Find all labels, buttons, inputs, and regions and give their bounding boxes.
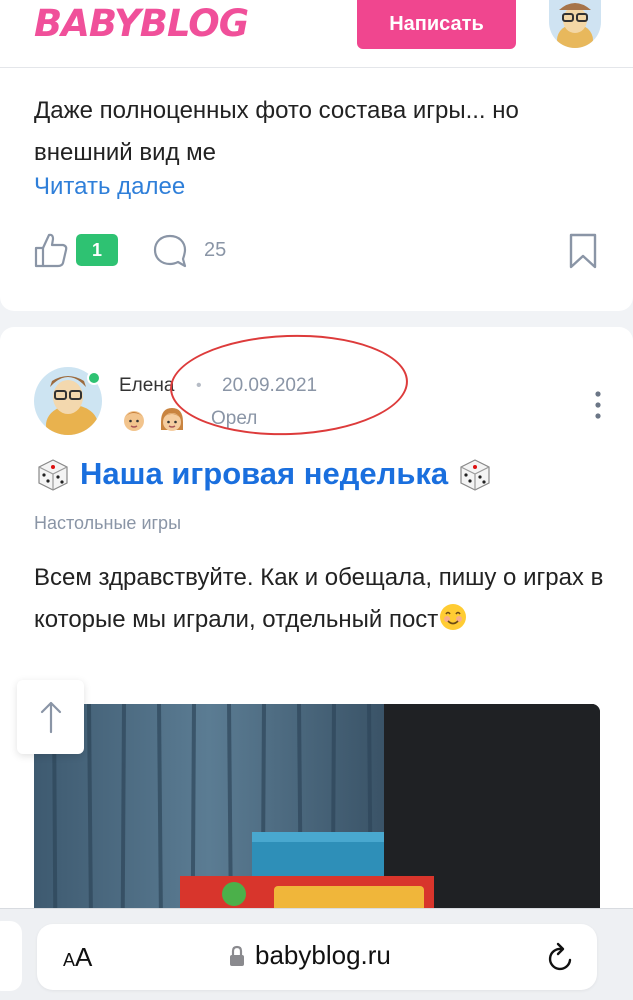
post-title-text[interactable]: Наша игровая неделька [80, 456, 448, 492]
boy-icon [124, 411, 144, 431]
url-text[interactable]: babyblog.ru [255, 940, 391, 971]
prev-post-card: Даже полноценных фото состава игры... но… [0, 68, 633, 311]
dice-icon [460, 459, 490, 491]
site-header: BABYBLOG Написать [0, 0, 633, 68]
user-avatar[interactable] [549, 0, 601, 48]
post-card: Елена • 20.09.2021 Орел Наша игровая нед… [0, 327, 633, 1000]
post-body-text: Всем здравствуйте. Как и обещала, пишу о… [34, 564, 604, 633]
page: BABYBLOG Написать Даже полноценных фото … [0, 0, 633, 1000]
like-icon[interactable] [34, 232, 68, 268]
write-button[interactable]: Написать [357, 0, 516, 49]
scroll-up-icon [40, 701, 61, 734]
smile-icon [440, 604, 467, 630]
online-status-dot [87, 371, 101, 385]
more-options-icon[interactable] [590, 390, 606, 420]
url-field[interactable]: AA babyblog.ru [37, 924, 597, 990]
post-body: Всем здравствуйте. Как и обещала, пишу о… [34, 557, 614, 641]
author-name[interactable]: Елена [119, 375, 174, 397]
lock-icon [230, 945, 244, 966]
previous-tab-edge[interactable] [0, 921, 22, 991]
post-category[interactable]: Настольные игры [34, 513, 181, 534]
scroll-to-top-button[interactable] [17, 680, 84, 754]
like-count-badge: 1 [76, 234, 118, 266]
reload-icon[interactable] [547, 942, 575, 972]
comment-count: 25 [204, 239, 227, 261]
browser-address-bar: AA babyblog.ru [0, 908, 633, 1000]
aa-large-letter: A [75, 942, 93, 972]
reader-settings-button[interactable]: AA [63, 942, 92, 973]
comment-icon[interactable] [152, 233, 188, 269]
bookmark-icon[interactable] [567, 232, 599, 270]
aa-small-letter: A [63, 950, 76, 970]
post-title[interactable]: Наша игровая неделька [34, 455, 624, 493]
date-highlight-annotation [168, 330, 410, 440]
read-more-link[interactable]: Читать далее [34, 173, 185, 201]
dice-icon [38, 459, 68, 491]
site-logo[interactable]: BABYBLOG [34, 2, 249, 45]
post-excerpt: Даже полноценных фото состава игры... но… [34, 97, 519, 166]
